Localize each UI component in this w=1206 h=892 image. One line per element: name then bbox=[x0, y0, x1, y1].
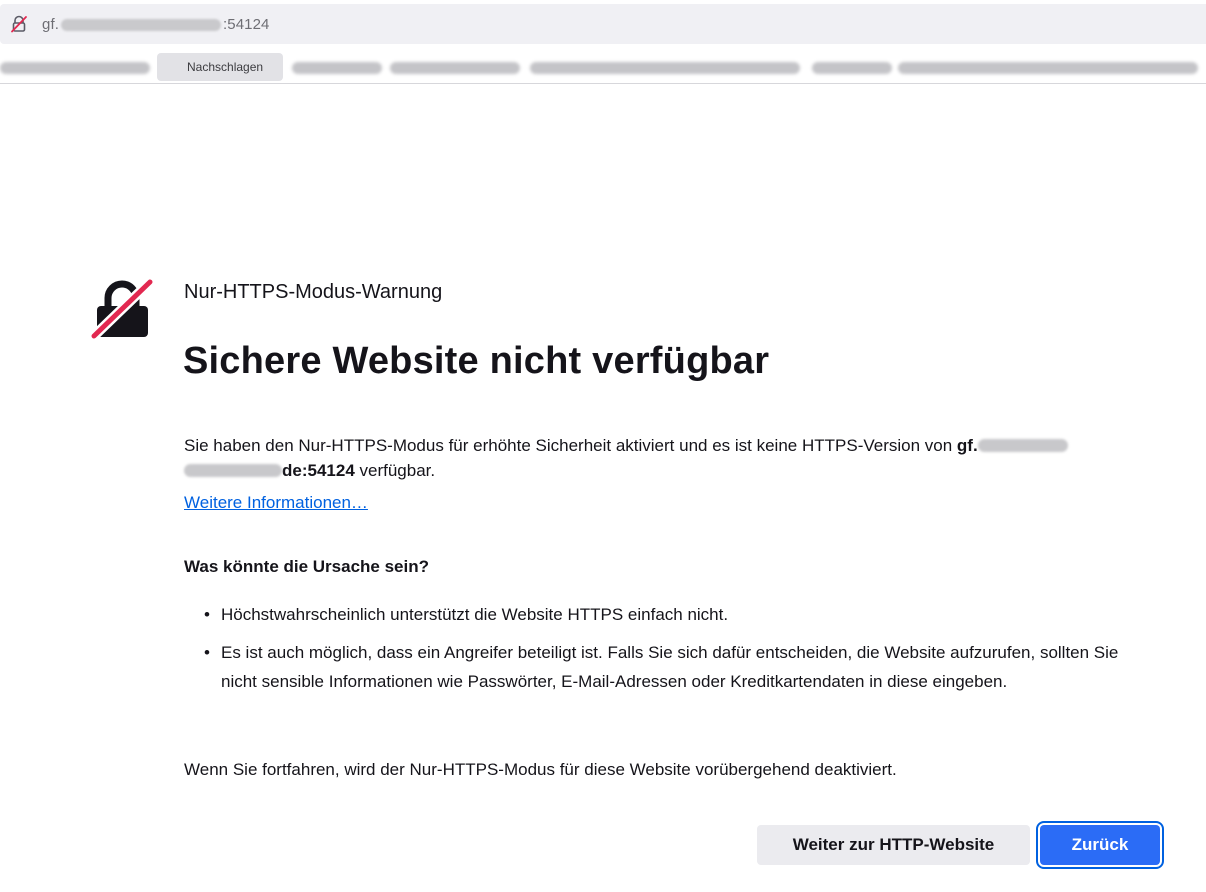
continue-note: Wenn Sie fortfahren, wird der Nur-HTTPS-… bbox=[184, 760, 897, 779]
insecure-lock-icon[interactable] bbox=[9, 14, 29, 34]
intro-paragraph: Sie haben den Nur-HTTPS-Modus für erhöht… bbox=[184, 433, 1134, 483]
intro-text: Sie haben den Nur-HTTPS-Modus für erhöht… bbox=[184, 436, 953, 455]
page-title: Sichere Website nicht verfügbar bbox=[183, 340, 770, 382]
cause-heading: Was könnte die Ursache sein? bbox=[184, 557, 429, 576]
warning-eyebrow: Nur-HTTPS-Modus-Warnung bbox=[184, 281, 443, 303]
redacted-bookmark bbox=[812, 62, 892, 74]
learn-more-link[interactable]: Weitere Informationen… bbox=[184, 493, 368, 513]
cause-text: Es ist auch möglich, dass ein Angreifer … bbox=[221, 643, 1119, 691]
intro-end: verfügbar. bbox=[359, 461, 436, 480]
bookmarks-toolbar: Nachschlagen bbox=[0, 52, 1206, 84]
redacted-host bbox=[60, 18, 221, 31]
redacted-bookmark bbox=[292, 62, 382, 74]
bookmark-item-nachschlagen[interactable]: Nachschlagen bbox=[157, 53, 283, 81]
url-text[interactable]: gf. :54124 bbox=[42, 16, 269, 33]
redacted-bookmark bbox=[0, 62, 150, 74]
continue-http-button[interactable]: Weiter zur HTTP-Website bbox=[757, 825, 1030, 865]
url-suffix: :54124 bbox=[222, 16, 270, 33]
redacted-host bbox=[977, 439, 1068, 452]
bookmark-label: Nachschlagen bbox=[187, 60, 264, 74]
cause-text: Höchstwahrscheinlich unterstützt die Web… bbox=[221, 605, 729, 624]
redacted-host bbox=[184, 464, 282, 477]
back-button[interactable]: Zurück bbox=[1036, 821, 1164, 869]
bullet-icon: • bbox=[204, 643, 210, 662]
redacted-bookmark bbox=[530, 62, 800, 74]
redacted-bookmark bbox=[390, 62, 520, 74]
cause-list: • Höchstwahrscheinlich unterstützt die W… bbox=[204, 600, 1121, 705]
redacted-bookmark bbox=[898, 62, 1198, 74]
list-item: • Höchstwahrscheinlich unterstützt die W… bbox=[204, 600, 1121, 629]
list-item: • Es ist auch möglich, dass ein Angreife… bbox=[204, 638, 1121, 696]
host-part1: gf. bbox=[956, 436, 978, 455]
address-bar[interactable]: gf. :54124 bbox=[0, 4, 1206, 44]
host-part2: de:54124 bbox=[282, 461, 355, 480]
insecure-lock-icon bbox=[90, 278, 154, 341]
bullet-icon: • bbox=[204, 605, 210, 624]
url-prefix: gf. bbox=[42, 16, 59, 33]
